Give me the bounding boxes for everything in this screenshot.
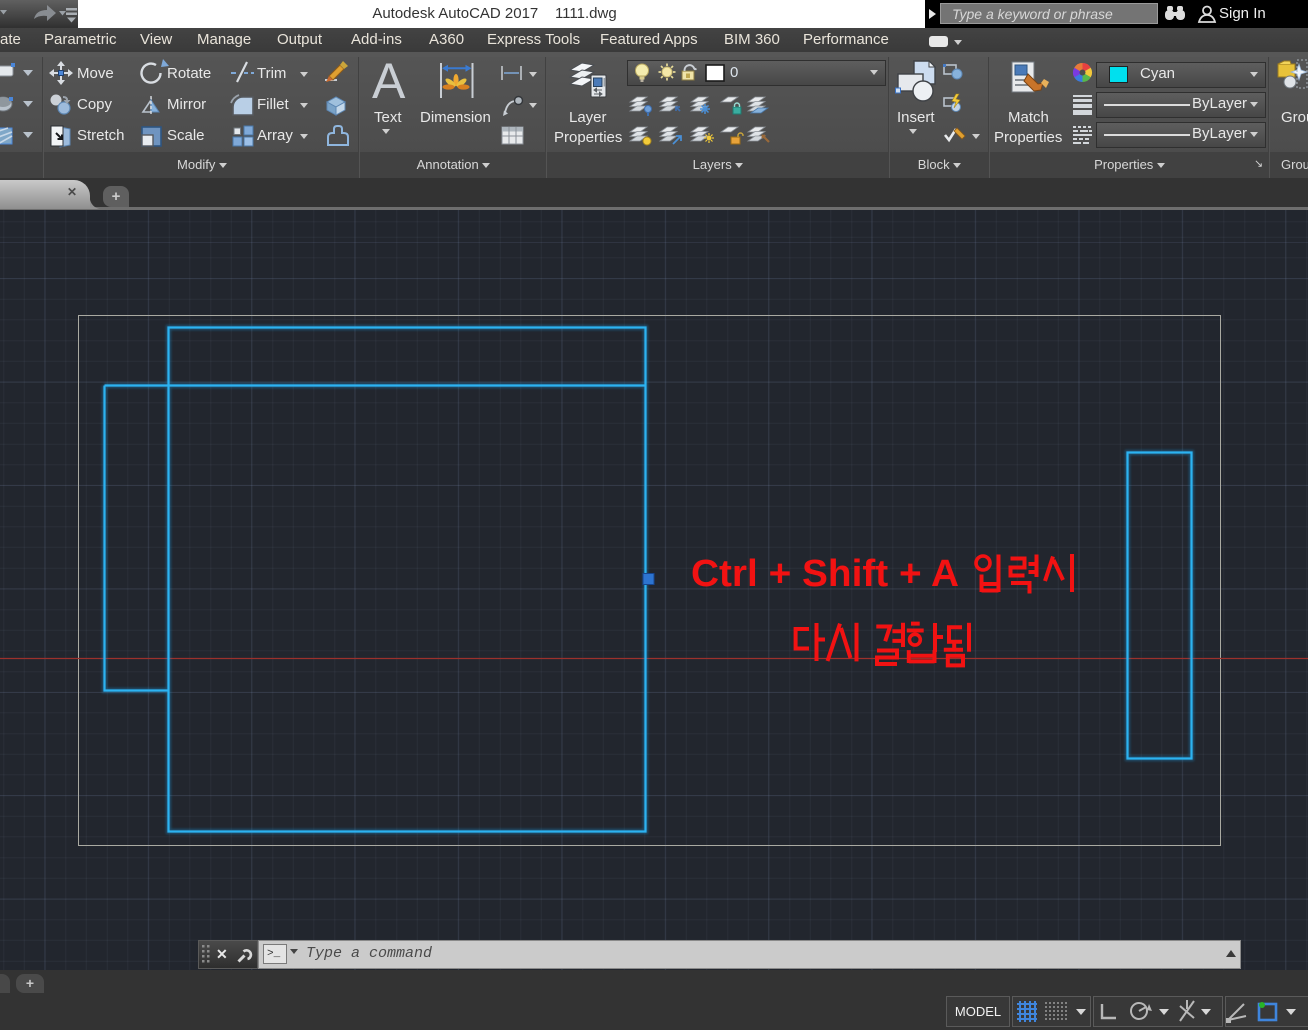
svg-text:Ctrl + Shift + A: Ctrl + Shift + A	[691, 553, 959, 595]
svg-text:A: A	[372, 57, 406, 109]
